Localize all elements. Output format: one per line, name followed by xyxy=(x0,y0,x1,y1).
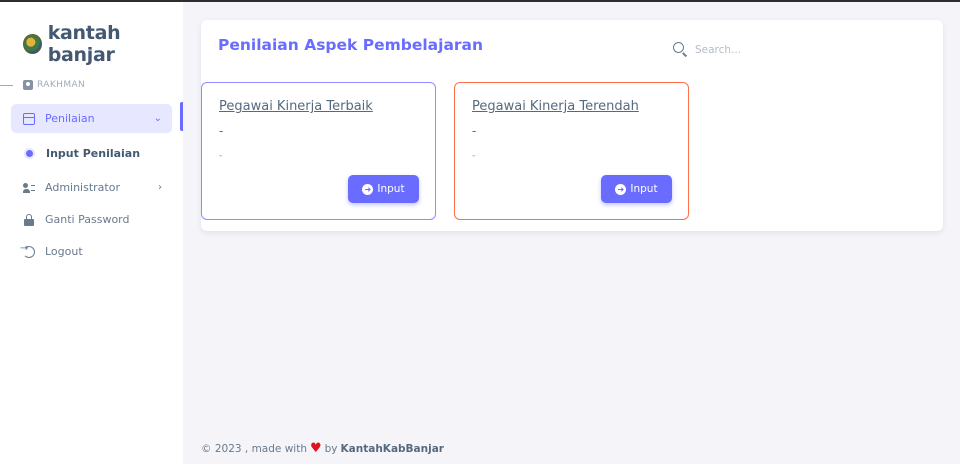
brand[interactable]: kantah banjar xyxy=(23,22,183,66)
input-button[interactable]: ➜ Input xyxy=(601,175,672,203)
card-value: - xyxy=(219,124,224,138)
card-title[interactable]: Pegawai Kinerja Terbaik xyxy=(219,99,373,114)
chevron-right-icon: › xyxy=(158,182,162,193)
sidebar-item-penilaian[interactable]: Penilaian ⌄ xyxy=(11,104,172,133)
sidebar-item-input-penilaian[interactable]: Input Penilaian xyxy=(11,141,172,165)
arrow-right-circle-icon: ➜ xyxy=(615,183,627,195)
heart-icon: ♥ xyxy=(309,441,322,456)
logo-icon xyxy=(23,34,42,54)
card-sub-value: - xyxy=(472,151,476,161)
user-name: RAKHMAN xyxy=(37,80,86,90)
sidebar: kantah banjar RAKHMAN Penilaian ⌄ Input … xyxy=(0,2,183,464)
divider xyxy=(0,84,13,86)
dot-icon xyxy=(26,149,33,157)
menu-header-user: RAKHMAN xyxy=(0,77,183,93)
logout-icon xyxy=(20,243,35,258)
sidebar-item-label: Input Penilaian xyxy=(46,146,141,160)
sidebar-item-label: Penilaian xyxy=(45,112,95,125)
lock-icon xyxy=(23,213,35,226)
footer-text: © 2023 , made with xyxy=(201,443,307,455)
footer-author-link[interactable]: KantahKabBanjar xyxy=(341,443,444,455)
card-best-performer: Pegawai Kinerja Terbaik - - ➜ Input xyxy=(201,82,436,220)
sidebar-item-ganti-password[interactable]: Ganti Password xyxy=(11,205,172,234)
sidebar-item-label: Logout xyxy=(45,245,83,258)
page-title: Penilaian Aspek Pembelajaran xyxy=(218,36,484,54)
search-icon[interactable] xyxy=(673,42,684,53)
footer: © 2023 , made with ♥ by KantahKabBanjar xyxy=(201,441,444,456)
input-button[interactable]: ➜ Input xyxy=(348,175,419,203)
sidebar-item-label: Ganti Password xyxy=(45,213,130,226)
card-title[interactable]: Pegawai Kinerja Terendah xyxy=(472,99,639,114)
sidebar-item-logout[interactable]: Logout xyxy=(11,237,172,266)
sidebar-item-administrator[interactable]: Administrator › xyxy=(11,173,172,202)
footer-by: by xyxy=(324,443,338,455)
main-card: Penilaian Aspek Pembelajaran Pegawai Kin… xyxy=(201,20,943,231)
arrow-right-circle-icon: ➜ xyxy=(362,183,374,195)
chevron-down-icon: ⌄ xyxy=(153,113,162,124)
card-sub-value: - xyxy=(219,151,223,161)
button-label: Input xyxy=(630,183,658,195)
brand-name: kantah banjar xyxy=(47,22,121,66)
calendar-icon xyxy=(23,112,35,125)
sidebar-item-label: Administrator xyxy=(45,181,120,194)
users-icon xyxy=(23,182,35,194)
search-input[interactable] xyxy=(695,41,895,59)
card-worst-performer: Pegawai Kinerja Terendah - - ➜ Input xyxy=(454,82,689,220)
user-badge-icon xyxy=(23,80,33,90)
button-label: Input xyxy=(377,183,405,195)
card-value: - xyxy=(472,124,477,138)
active-indicator xyxy=(180,102,183,131)
